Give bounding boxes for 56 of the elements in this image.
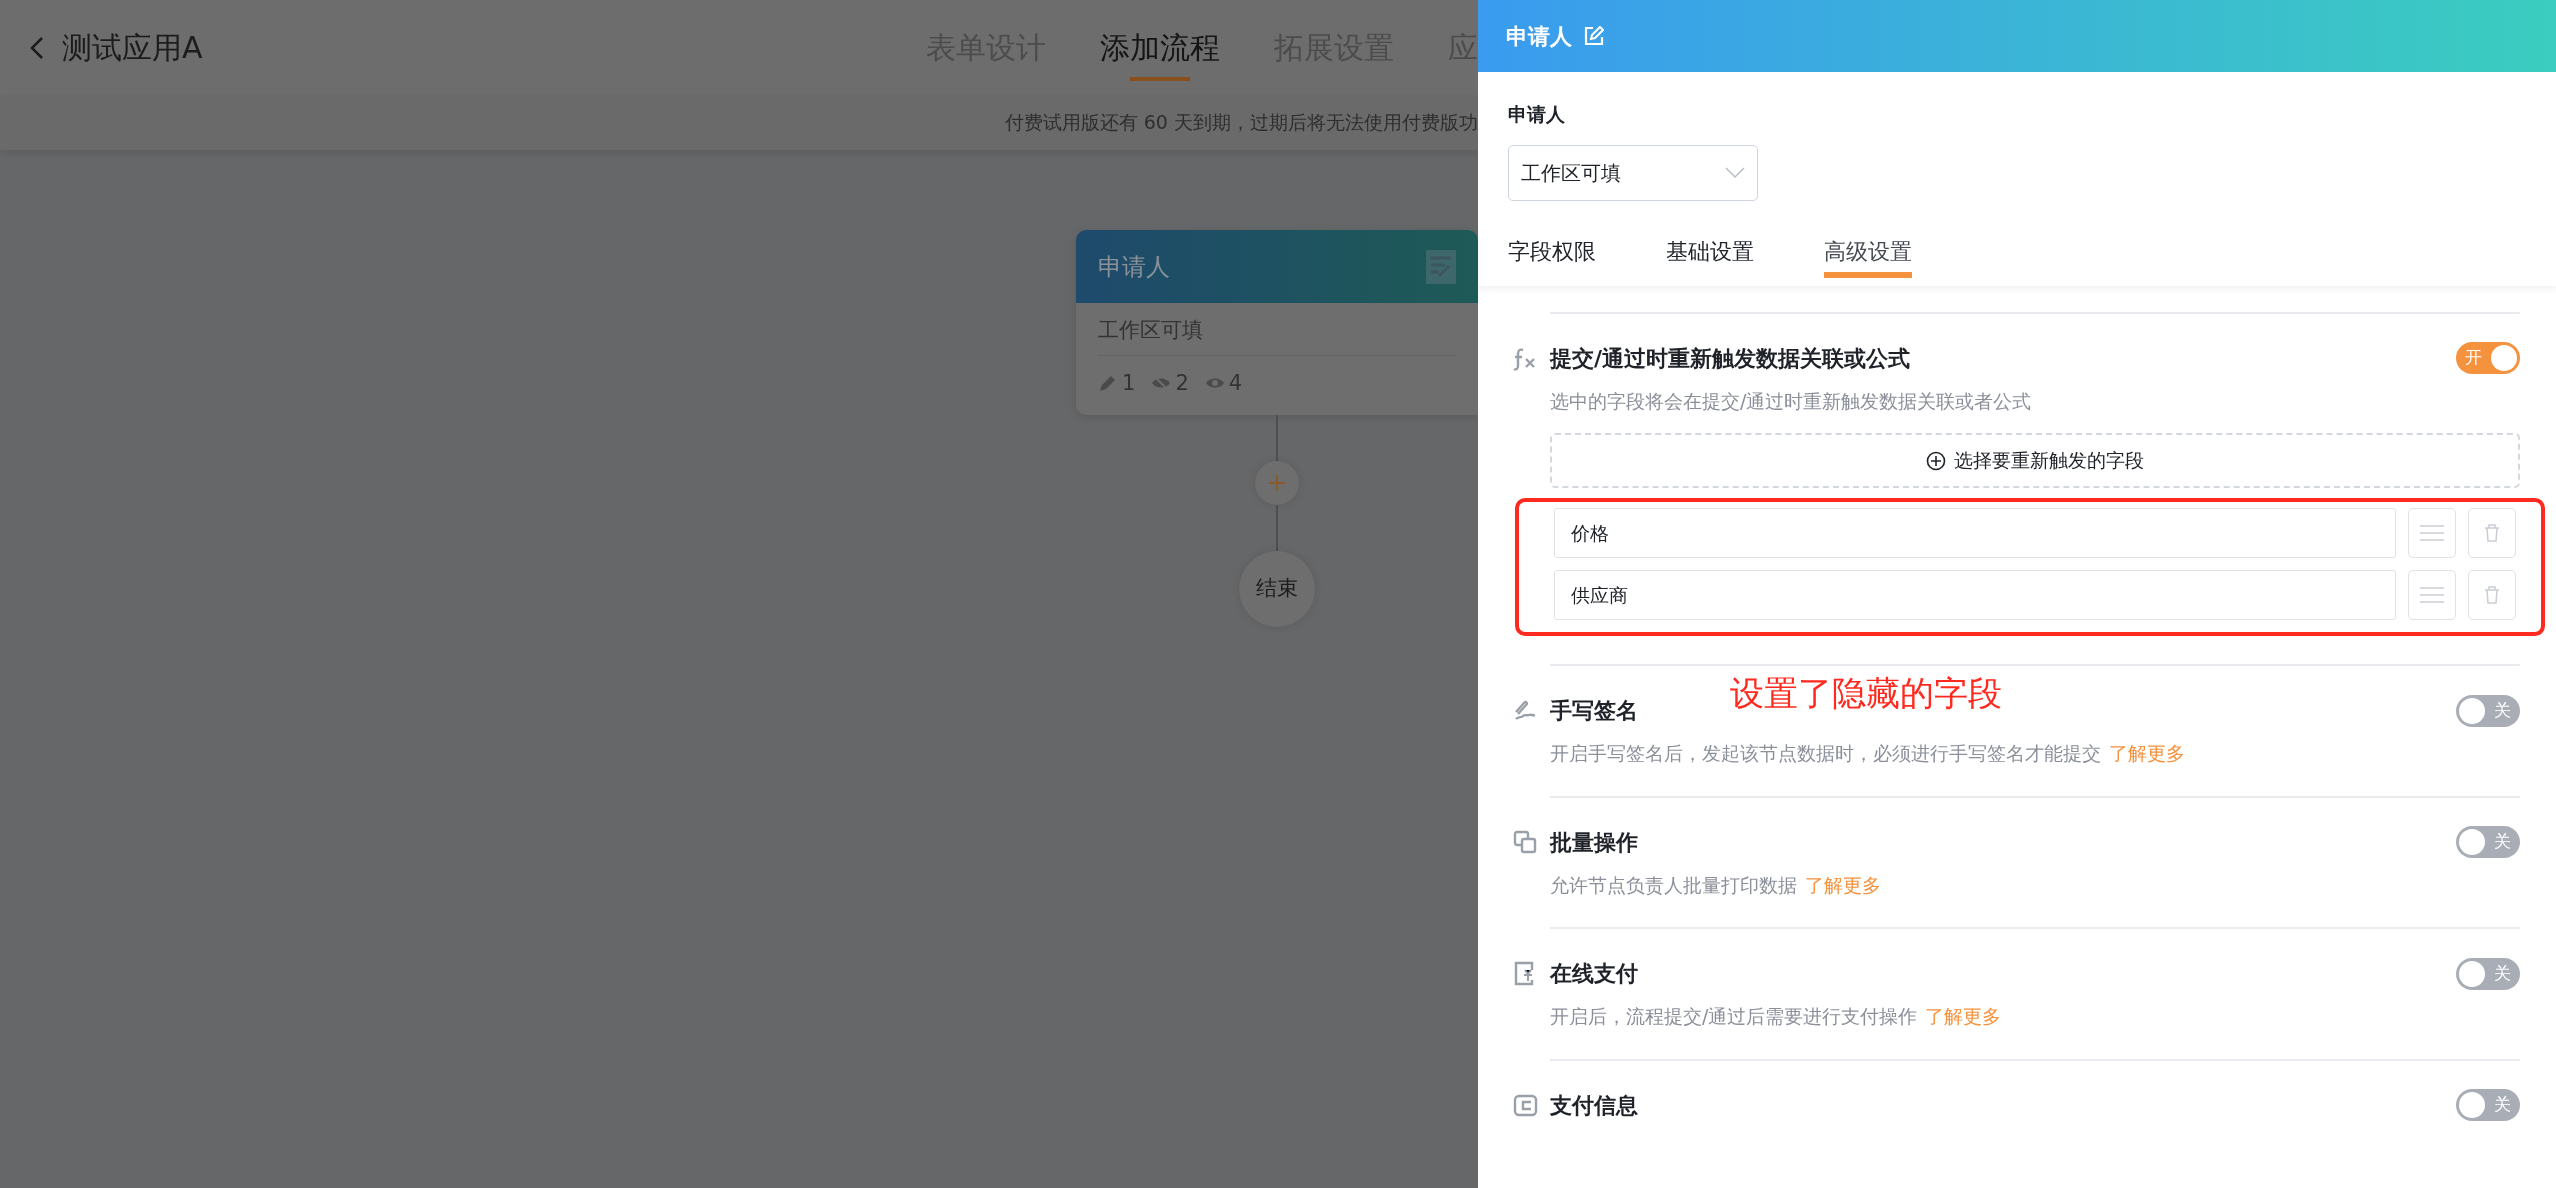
count-value: 4 [1228, 369, 1243, 397]
delete-button[interactable] [2468, 570, 2516, 620]
toggle-switch[interactable]: 关 [2456, 1089, 2520, 1121]
setting-title: 提交/通过时重新触发数据关联或公式 [1550, 344, 1911, 373]
toggle-switch[interactable]: 关 [2456, 826, 2520, 858]
copy-icon [1513, 829, 1538, 855]
card-icon [1513, 1092, 1538, 1118]
menu-icon [2420, 586, 2444, 604]
flow-node-card[interactable]: 申请人 工作区可填 1 2 4 [1076, 230, 1478, 415]
toggle-switch[interactable]: 开 [2456, 342, 2520, 374]
setting-title: 支付信息 [1550, 1091, 1638, 1120]
setting-description: 开启手写签名后，发起该节点数据时，必须进行手写签名才能提交 了解更多 [1550, 741, 2186, 766]
setting-title: 手写签名 [1550, 697, 1638, 725]
setting-description: 选中的字段将会在提交/通过时重新触发数据关联或者公式 [1550, 388, 2033, 414]
settings-tab[interactable]: 字段权限 [1508, 224, 1596, 286]
setting-description: 允许节点负责人批量打印数据 了解更多 [1550, 872, 1882, 898]
trash-icon [2484, 586, 2500, 604]
field-input[interactable]: 供应商 [1554, 570, 2396, 620]
add-field-button[interactable]: 选择要重新触发的字段 [1550, 433, 2520, 488]
end-node: 结束 [1239, 551, 1315, 627]
function-icon [1513, 345, 1538, 371]
setting-description: 开启后，流程提交/通过后需要进行支付操作 了解更多 [1550, 1004, 2003, 1029]
trial-notice: 付费试用版还有 60 天到期，过期后将无法使用付费版功 [1004, 110, 1478, 136]
plus-circle-icon [1926, 450, 1946, 471]
settings-tab[interactable]: 高级设置 [1824, 224, 1912, 286]
node-title: 申请人 [1098, 251, 1170, 283]
learn-more-link[interactable]: 了解更多 [1805, 873, 1881, 896]
drag-handle-button[interactable] [2408, 508, 2456, 558]
add-node-button[interactable] [1255, 461, 1299, 505]
nav-tab[interactable]: 添加流程 [1100, 0, 1220, 95]
learn-more-link[interactable]: 了解更多 [1925, 1005, 2002, 1027]
plus-icon [1268, 474, 1286, 492]
node-subtitle: 工作区可填 [1098, 315, 1456, 356]
settings-tab[interactable]: 基础设置 [1666, 224, 1754, 286]
delete-button[interactable] [2468, 508, 2516, 558]
back-icon[interactable] [30, 35, 44, 60]
setting-title: 批量操作 [1550, 828, 1638, 857]
app-title: 测试应用A [62, 29, 203, 67]
learn-more-link[interactable]: 了解更多 [2109, 742, 2185, 764]
trash-icon [2484, 524, 2500, 542]
menu-icon [2420, 524, 2444, 542]
field-input[interactable]: 价格 [1554, 508, 2396, 558]
toggle-switch[interactable]: 关 [2456, 694, 2520, 727]
pencil-icon [1098, 373, 1118, 394]
form-icon [1426, 249, 1456, 284]
chevron-down-icon [1725, 166, 1745, 179]
count-value: 1 [1122, 369, 1136, 397]
edit-icon[interactable] [1584, 26, 1604, 46]
drag-handle-button[interactable] [2408, 570, 2456, 620]
toggle-switch[interactable]: 关 [2456, 957, 2520, 990]
panel-title: 申请人 [1506, 22, 1572, 51]
annotation-text: 设置了隐藏的字段 [1730, 672, 2002, 715]
select-field[interactable]: 工作区可填 [1508, 144, 1758, 201]
field-label: 申请人 [1508, 102, 1566, 127]
setting-title: 在线支付 [1550, 960, 1638, 988]
count-value: 2 [1175, 369, 1189, 397]
